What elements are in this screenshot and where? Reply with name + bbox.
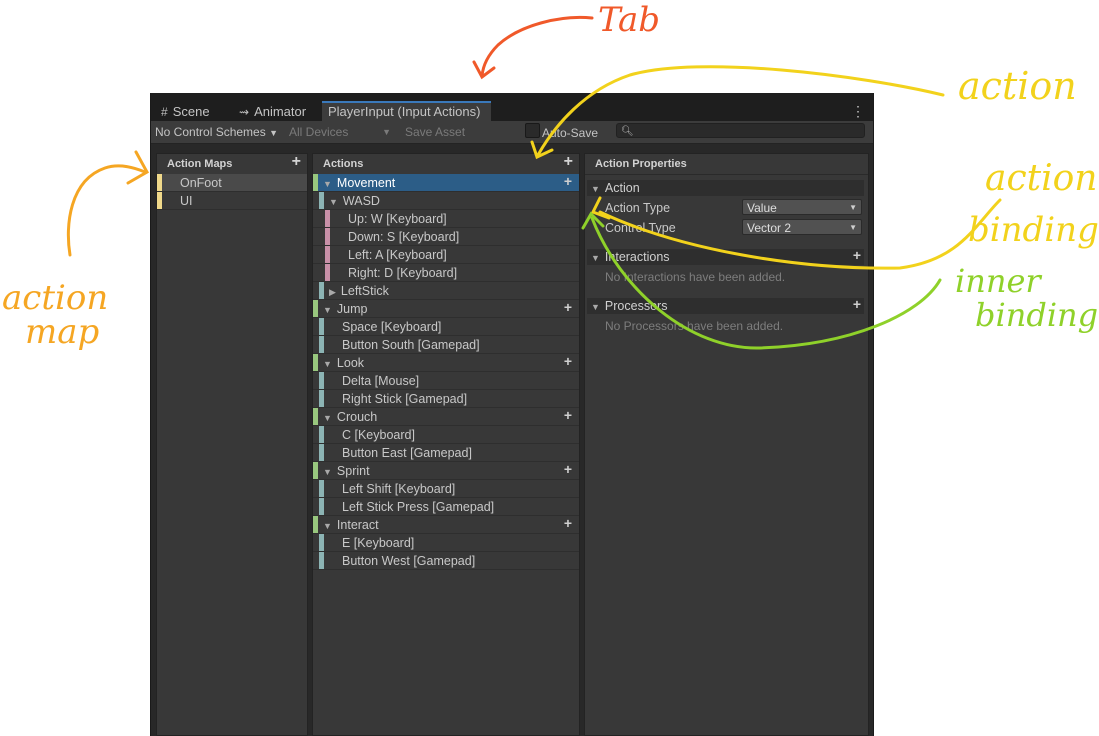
- annotation-arrows: [66, 16, 1002, 350]
- action-arrow: [536, 65, 945, 157]
- tab-arrow: [480, 16, 594, 78]
- annotation-action-binding-line1: action: [985, 158, 1098, 199]
- annotation-action-map-line2: map: [25, 312, 100, 352]
- annotation-inner-binding-line2: binding: [975, 296, 1099, 334]
- annotation-action-binding-line2: binding: [968, 210, 1099, 250]
- annotation-inner-binding-line1: inner: [955, 262, 1041, 300]
- annotation-tab: Tab: [598, 0, 661, 40]
- inner-binding-arrow: [590, 216, 942, 350]
- action-binding-arrow: [598, 198, 1002, 270]
- annotation-action: action: [958, 64, 1077, 108]
